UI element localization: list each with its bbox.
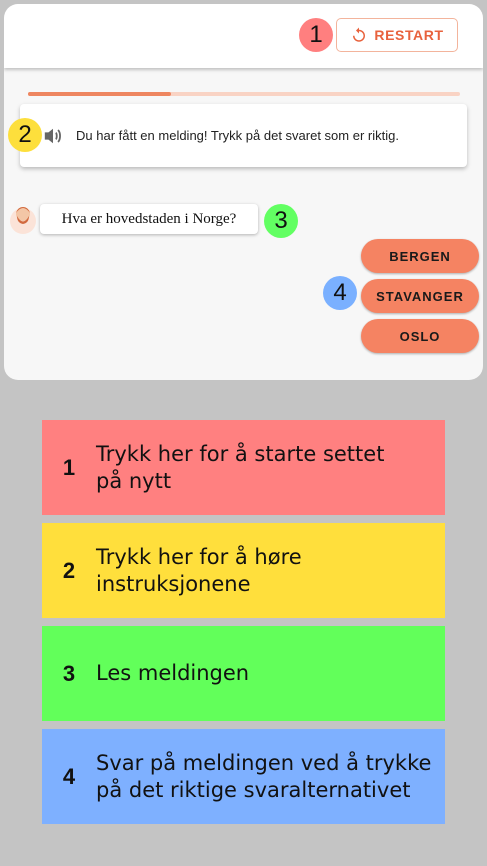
speaker-icon[interactable] xyxy=(42,126,64,146)
progress-bar xyxy=(28,92,460,96)
restart-label: RESTART xyxy=(374,27,444,43)
legend-number: 4 xyxy=(62,763,76,789)
answer-button-oslo[interactable]: OSLO xyxy=(361,319,479,353)
badge-3: 3 xyxy=(264,204,298,238)
restart-icon xyxy=(353,27,366,42)
legend-text: Trykk her for å høre instruksjonene xyxy=(96,544,436,598)
legend-line: på nytt xyxy=(96,468,172,493)
header-bar: 1 RESTART xyxy=(4,4,483,68)
legend-line: Svar på meldingen ved å trykke xyxy=(96,750,432,775)
message-bubble: Hva er hovedstaden i Norge? xyxy=(40,204,258,234)
legend-line: Trykk her for å starte settet xyxy=(96,441,385,466)
instruction-text: Du har fått en melding! Trykk på det sva… xyxy=(76,128,399,143)
legend-line: på det riktige svaralternativet xyxy=(96,777,411,802)
app-window: 1 RESTART Du har fått en melding! Trykk … xyxy=(4,4,483,380)
answer-button-bergen[interactable]: BERGEN xyxy=(361,239,479,273)
progress-fill xyxy=(28,92,171,96)
legend-text: Svar på meldingen ved å trykke på det ri… xyxy=(96,750,436,804)
badge-4: 4 xyxy=(323,276,357,310)
legend-line: instruksjonene xyxy=(96,571,251,596)
legend-item-3: 3 Les meldingen xyxy=(42,626,445,721)
restart-button[interactable]: RESTART xyxy=(336,18,458,52)
instruction-card: Du har fått en melding! Trykk på det sva… xyxy=(20,104,467,167)
legend-number: 2 xyxy=(62,557,76,583)
person-avatar xyxy=(10,207,36,234)
badge-2: 2 xyxy=(8,118,42,152)
legend-text: Les meldingen xyxy=(96,660,436,687)
legend-text: Trykk her for å starte settet på nytt xyxy=(96,441,436,495)
answer-button-stavanger[interactable]: STAVANGER xyxy=(361,279,479,313)
legend-line: Trykk her for å høre xyxy=(96,544,302,569)
badge-1: 1 xyxy=(299,18,333,52)
legend-line: Les meldingen xyxy=(96,661,250,685)
legend-number: 1 xyxy=(62,454,76,480)
legend-item-4: 4 Svar på meldingen ved å trykke på det … xyxy=(42,729,445,824)
legend-item-2: 2 Trykk her for å høre instruksjonene xyxy=(42,523,445,618)
legend-item-1: 1 Trykk her for å starte settet på nytt xyxy=(42,420,445,515)
legend-number: 3 xyxy=(62,660,76,686)
